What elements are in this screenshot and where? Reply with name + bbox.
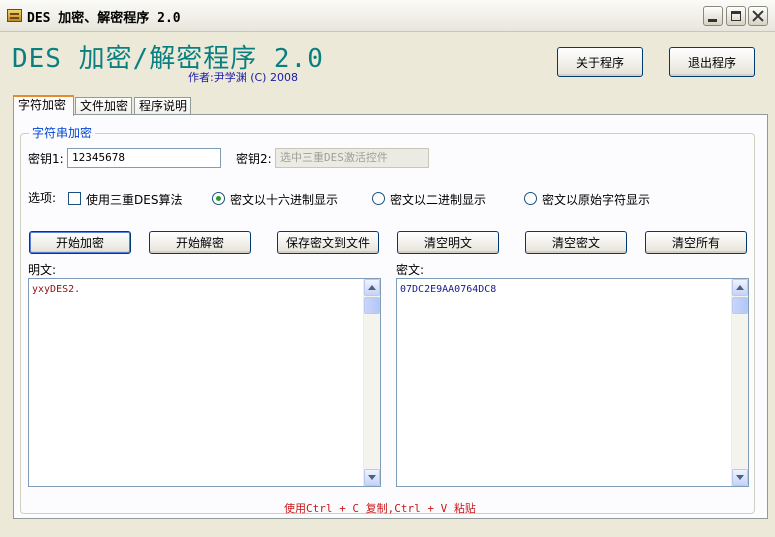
about-button[interactable]: 关于程序 — [557, 47, 643, 77]
options-label: 选项: — [28, 191, 57, 205]
maximize-button[interactable] — [726, 6, 746, 26]
encrypt-button[interactable]: 开始加密 — [29, 231, 131, 254]
scroll-down-arrow-icon[interactable] — [732, 469, 748, 486]
app-icon — [7, 9, 22, 22]
ciphertext-scrollbar[interactable] — [731, 279, 748, 486]
minimize-button[interactable] — [703, 6, 723, 26]
decrypt-button[interactable]: 开始解密 — [149, 231, 251, 254]
ciphertext-label: 密文: — [396, 263, 425, 277]
scroll-up-arrow-icon[interactable] — [364, 279, 380, 296]
title-bar[interactable]: DES 加密、解密程序 2.0 — [0, 0, 775, 32]
key1-input[interactable]: 12345678 — [67, 148, 221, 168]
copy-paste-hint: 使用Ctrl + C 复制,Ctrl + V 粘贴 — [284, 502, 476, 515]
clear-plaintext-button[interactable]: 清空明文 — [397, 231, 499, 254]
clear-all-button[interactable]: 清空所有 — [645, 231, 747, 254]
plaintext-scrollbar[interactable] — [363, 279, 380, 486]
clear-ciphertext-button[interactable]: 清空密文 — [525, 231, 627, 254]
close-button[interactable] — [748, 6, 768, 26]
radio-raw[interactable] — [524, 192, 537, 205]
tab-file-encrypt[interactable]: 文件加密 — [75, 97, 132, 115]
triple-des-checkbox[interactable] — [68, 192, 81, 205]
key2-label: 密钥2: — [236, 152, 272, 166]
radio-hex-label: 密文以十六进制显示 — [230, 193, 339, 207]
radio-binary[interactable] — [372, 192, 385, 205]
exit-button[interactable]: 退出程序 — [669, 47, 755, 77]
radio-binary-label: 密文以二进制显示 — [390, 193, 487, 207]
radio-hex[interactable] — [212, 192, 225, 205]
plaintext-value: yxyDES2. — [32, 284, 81, 295]
triple-des-label: 使用三重DES算法 — [86, 193, 183, 207]
ciphertext-area[interactable]: 07DC2E9AA0764DC8 — [396, 278, 749, 487]
scroll-up-arrow-icon[interactable] — [732, 279, 748, 296]
scroll-thumb[interactable] — [364, 297, 380, 314]
radio-raw-label: 密文以原始字符显示 — [542, 193, 651, 207]
save-cipher-button[interactable]: 保存密文到文件 — [277, 231, 379, 254]
tab-program-info[interactable]: 程序说明 — [134, 97, 191, 115]
scroll-down-arrow-icon[interactable] — [364, 469, 380, 486]
key1-label: 密钥1: — [28, 152, 64, 166]
ciphertext-value: 07DC2E9AA0764DC8 — [400, 284, 497, 295]
group-title: 字符串加密 — [29, 124, 96, 141]
plaintext-area[interactable]: yxyDES2. — [28, 278, 381, 487]
scroll-thumb[interactable] — [732, 297, 748, 314]
tab-string-encrypt[interactable]: 字符加密 — [13, 95, 74, 116]
plaintext-label: 明文: — [28, 263, 57, 277]
author-credit: 作者:尹学渊 (C) 2008 — [188, 71, 298, 84]
window-title: DES 加密、解密程序 2.0 — [27, 11, 181, 26]
key2-input[interactable]: 选中三重DES激活控件 — [275, 148, 429, 168]
